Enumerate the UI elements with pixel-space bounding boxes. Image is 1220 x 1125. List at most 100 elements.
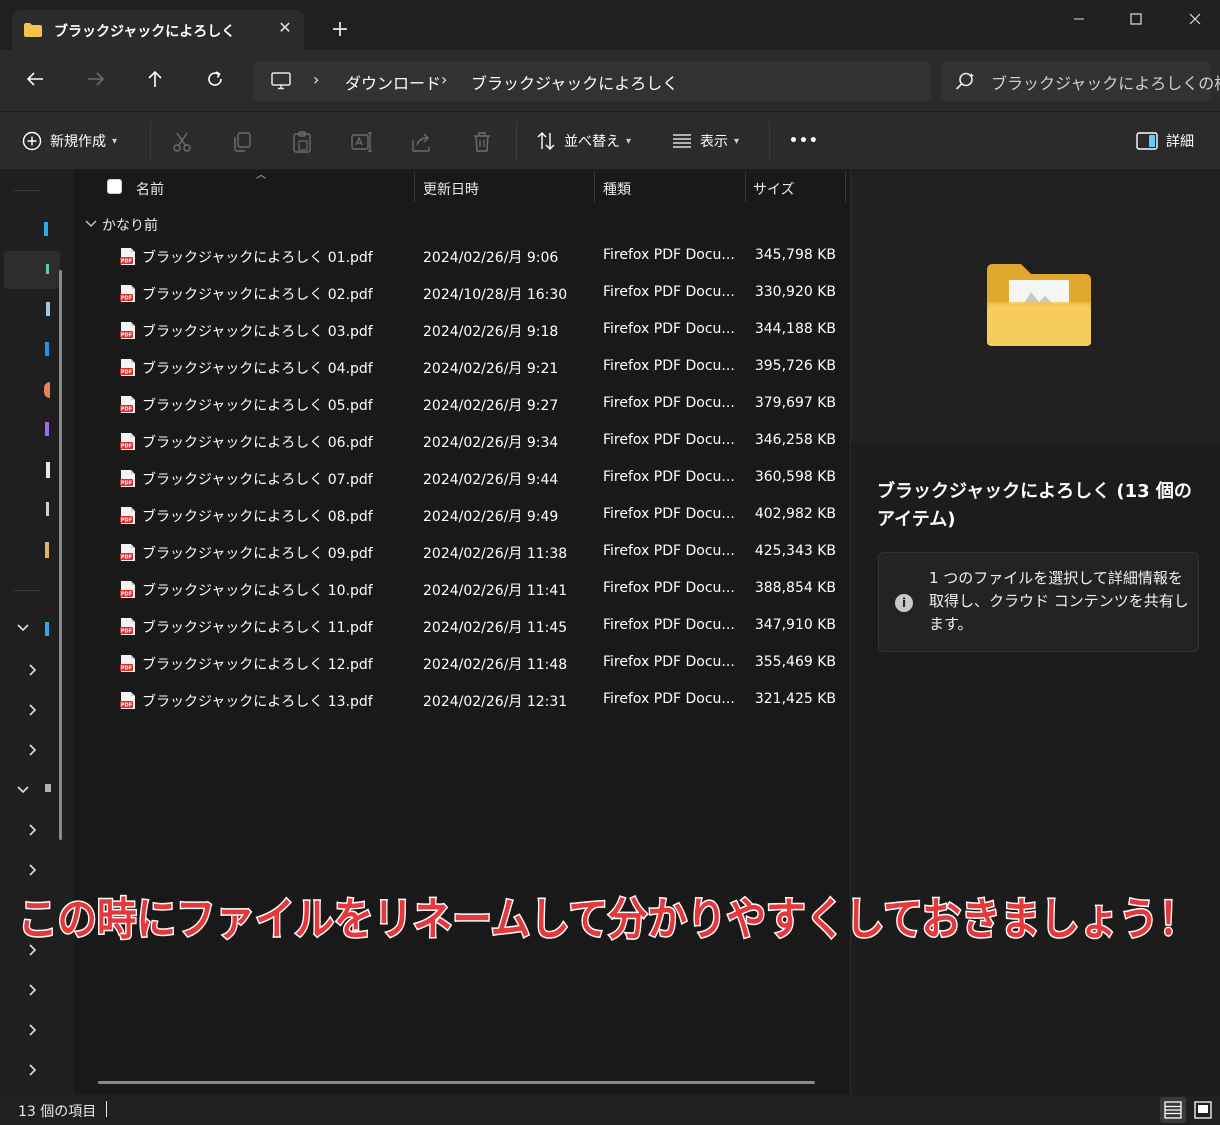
copy-icon[interactable] bbox=[230, 130, 254, 154]
details-button-label: 詳細 bbox=[1166, 134, 1194, 150]
address-bar[interactable]: › ダウンロード › ブラックジャックによろしく bbox=[253, 61, 931, 101]
file-row[interactable]: PDF ブラックジャックによろしく 09.pdf 2024/02/26/月 11:3… bbox=[76, 534, 848, 571]
chevron-right-icon[interactable] bbox=[28, 663, 38, 677]
sort-button-label: 並べ替え bbox=[564, 134, 620, 150]
details-view-button[interactable] bbox=[1160, 1097, 1186, 1123]
column-separator[interactable] bbox=[845, 172, 846, 202]
nav-item-icon[interactable] bbox=[45, 342, 49, 356]
chevron-right-icon[interactable] bbox=[28, 1023, 38, 1037]
forward-button[interactable] bbox=[81, 66, 111, 96]
column-separator[interactable] bbox=[745, 172, 746, 202]
chevron-right-icon[interactable] bbox=[28, 703, 38, 717]
column-header-name[interactable]: 名前 bbox=[136, 179, 164, 199]
paste-icon[interactable] bbox=[290, 130, 314, 154]
nav-item-selected[interactable] bbox=[4, 251, 60, 289]
file-name: ブラックジャックによろしく 02.pdf bbox=[142, 287, 373, 303]
more-options-button[interactable]: ••• bbox=[789, 127, 819, 155]
search-box[interactable]: ブラックジャックによろしくの検索 bbox=[941, 61, 1220, 101]
chevron-right-icon[interactable] bbox=[28, 863, 38, 877]
file-name: ブラックジャックによろしく 03.pdf bbox=[142, 324, 373, 340]
tab-title: ブラックジャックによろしく bbox=[54, 24, 236, 40]
nav-item-icon[interactable] bbox=[44, 222, 48, 236]
chevron-right-icon[interactable]: › bbox=[441, 70, 447, 89]
file-row[interactable]: PDF ブラックジャックによろしく 12.pdf 2024/02/26/月 11:4… bbox=[76, 645, 848, 682]
horizontal-scrollbar[interactable] bbox=[98, 1081, 815, 1084]
nav-item-icon[interactable] bbox=[46, 462, 50, 478]
column-header-type[interactable]: 種類 bbox=[603, 179, 631, 199]
column-separator[interactable] bbox=[594, 172, 595, 202]
file-size: 425,343 KB bbox=[754, 543, 836, 559]
back-button[interactable] bbox=[20, 66, 50, 96]
large-icons-view-button[interactable] bbox=[1190, 1097, 1216, 1123]
new-button[interactable]: 新規作成 ▾ bbox=[22, 127, 117, 155]
file-size: 360,598 KB bbox=[754, 469, 836, 485]
nav-item-icon[interactable] bbox=[45, 422, 49, 436]
file-date: 2024/02/26/月 9:27 bbox=[423, 398, 559, 414]
folder-preview-icon bbox=[987, 264, 1091, 346]
breadcrumb-current-folder[interactable]: ブラックジャックによろしく bbox=[471, 70, 678, 94]
file-row[interactable]: PDF ブラックジャックによろしく 07.pdf 2024/02/26/月 9:44… bbox=[76, 460, 848, 497]
file-row[interactable]: PDF ブラックジャックによろしく 10.pdf 2024/02/26/月 11:4… bbox=[76, 571, 848, 608]
file-row[interactable]: PDF ブラックジャックによろしく 06.pdf 2024/02/26/月 9:34… bbox=[76, 423, 848, 460]
delete-icon[interactable] bbox=[470, 130, 494, 154]
breadcrumb-downloads[interactable]: ダウンロード bbox=[345, 70, 441, 94]
file-row[interactable]: PDF ブラックジャックによろしく 08.pdf 2024/02/26/月 9:49… bbox=[76, 497, 848, 534]
maximize-button[interactable] bbox=[1124, 8, 1148, 32]
file-row[interactable]: PDF ブラックジャックによろしく 05.pdf 2024/02/26/月 9:27… bbox=[76, 386, 848, 423]
file-row[interactable]: PDF ブラックジャックによろしく 01.pdf 2024/02/26/月 9:06… bbox=[76, 238, 848, 275]
cut-icon[interactable] bbox=[170, 130, 194, 154]
chevron-right-icon[interactable] bbox=[28, 743, 38, 757]
minimize-button[interactable] bbox=[1067, 8, 1091, 32]
status-separator bbox=[106, 1101, 107, 1117]
svg-text:PDF: PDF bbox=[121, 592, 132, 598]
pdf-file-icon: PDF bbox=[120, 655, 135, 672]
nav-item-icon bbox=[46, 264, 49, 274]
svg-text:PDF: PDF bbox=[121, 444, 132, 450]
select-all-checkbox[interactable] bbox=[107, 179, 122, 194]
close-window-button[interactable] bbox=[1183, 8, 1207, 32]
view-button[interactable]: 表示 ▾ bbox=[672, 127, 739, 155]
up-button[interactable] bbox=[140, 66, 170, 96]
group-header[interactable]: かなり前 bbox=[102, 215, 158, 235]
chevron-right-icon[interactable] bbox=[28, 983, 38, 997]
search-input[interactable]: ブラックジャックによろしくの検索 bbox=[991, 70, 1220, 94]
chevron-down-icon[interactable] bbox=[16, 623, 30, 633]
file-row[interactable]: PDF ブラックジャックによろしく 04.pdf 2024/02/26/月 9:21… bbox=[76, 349, 848, 386]
file-row[interactable]: PDF ブラックジャックによろしく 11.pdf 2024/02/26/月 11:4… bbox=[76, 608, 848, 645]
file-size: 345,798 KB bbox=[754, 247, 836, 263]
new-tab-button[interactable]: + bbox=[328, 18, 352, 42]
file-size: 346,258 KB bbox=[754, 432, 836, 448]
file-row[interactable]: PDF ブラックジャックによろしく 02.pdf 2024/10/28/月 16:3… bbox=[76, 275, 848, 312]
column-header-date[interactable]: 更新日時 bbox=[423, 179, 479, 199]
nav-item-icon[interactable] bbox=[45, 542, 49, 558]
file-row[interactable]: PDF ブラックジャックによろしく 13.pdf 2024/02/26/月 12:3… bbox=[76, 682, 848, 719]
sort-button[interactable]: 並べ替え ▾ bbox=[536, 127, 631, 155]
details-pane-button[interactable]: 詳細 bbox=[1136, 127, 1194, 155]
rename-icon[interactable] bbox=[350, 130, 374, 154]
file-type: Firefox PDF Docu... bbox=[603, 358, 735, 374]
tab-current[interactable]: ブラックジャックによろしく ✕ bbox=[12, 10, 304, 50]
chevron-right-icon[interactable] bbox=[28, 1063, 38, 1077]
file-size: 402,982 KB bbox=[754, 506, 836, 522]
chevron-right-icon[interactable]: › bbox=[313, 70, 319, 89]
svg-text:PDF: PDF bbox=[121, 296, 132, 302]
nav-item-icon[interactable] bbox=[45, 784, 51, 792]
chevron-down-icon[interactable] bbox=[85, 220, 97, 228]
chevron-right-icon[interactable] bbox=[28, 943, 38, 957]
column-header-size[interactable]: サイズ bbox=[753, 179, 795, 199]
tab-close-button[interactable]: ✕ bbox=[276, 19, 294, 37]
share-icon[interactable] bbox=[410, 130, 434, 154]
file-name: ブラックジャックによろしく 08.pdf bbox=[142, 509, 373, 525]
nav-item-icon[interactable] bbox=[45, 622, 49, 636]
file-row[interactable]: PDF ブラックジャックによろしく 03.pdf 2024/02/26/月 9:18… bbox=[76, 312, 848, 349]
nav-item-icon[interactable] bbox=[44, 382, 50, 398]
minimize-icon bbox=[1074, 18, 1084, 20]
nav-item-icon[interactable] bbox=[46, 302, 50, 316]
nav-scrollbar[interactable] bbox=[59, 270, 62, 840]
refresh-button[interactable] bbox=[200, 66, 230, 96]
chevron-right-icon[interactable] bbox=[28, 823, 38, 837]
chevron-down-icon[interactable] bbox=[16, 785, 30, 795]
separator bbox=[769, 122, 770, 160]
nav-item-icon[interactable] bbox=[46, 502, 49, 516]
column-separator[interactable] bbox=[414, 172, 415, 202]
